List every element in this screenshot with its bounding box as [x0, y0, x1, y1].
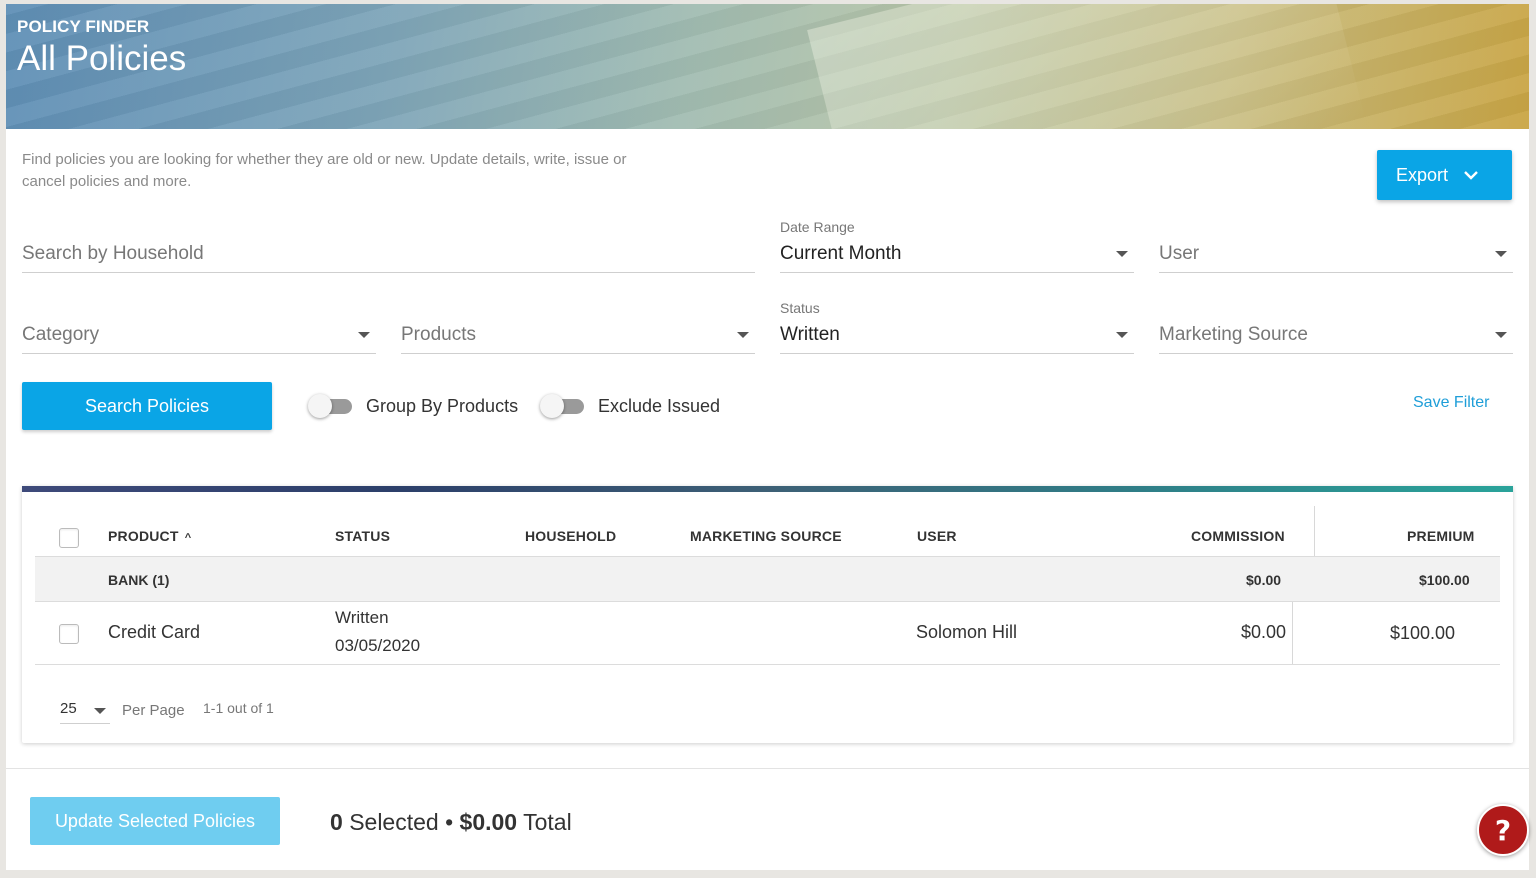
chevron-down-icon — [1464, 167, 1478, 183]
date-range-label: Date Range — [780, 219, 855, 235]
page-description: Find policies you are looking for whethe… — [22, 151, 627, 190]
products-select[interactable]: Products — [401, 306, 755, 354]
page-title: All Policies — [17, 39, 187, 78]
page-kicker: POLICY FINDER — [17, 17, 150, 36]
export-label: Export — [1396, 164, 1449, 185]
row-product: Credit Card — [108, 622, 201, 642]
help-button[interactable]: ? — [1477, 804, 1529, 856]
search-policies-button[interactable]: Search Policies — [22, 382, 272, 430]
selected-label: Selected — [349, 809, 439, 835]
save-filter-link[interactable]: Save Filter — [1413, 394, 1489, 412]
row-commission: $0.00 — [1241, 622, 1287, 642]
update-selected-policies-button[interactable]: Update Selected Policies — [30, 797, 280, 845]
status-label: Status — [780, 300, 820, 316]
date-range-select[interactable]: Date Range Current Month — [780, 219, 1134, 273]
column-header-product-label: PRODUCT — [108, 528, 179, 544]
user-placeholder: User — [1159, 243, 1200, 264]
export-button[interactable]: Export — [1377, 150, 1512, 200]
dropdown-caret-icon — [1495, 332, 1507, 338]
column-header-premium[interactable]: PREMIUM — [1407, 528, 1475, 544]
dropdown-caret-icon — [1116, 251, 1128, 257]
row-user: Solomon Hill — [916, 622, 1018, 642]
group-label: BANK (1) — [108, 572, 170, 588]
page-header: POLICY FINDER All Policies — [6, 4, 1529, 129]
row-premium: $100.00 — [1390, 623, 1456, 643]
date-range-value: Current Month — [780, 243, 902, 264]
dropdown-caret-icon — [1495, 251, 1507, 257]
selection-footer: Update Selected Policies 0 Selected • $0… — [6, 768, 1529, 870]
search-household-placeholder: Search by Household — [22, 243, 204, 264]
dropdown-caret-icon — [94, 708, 106, 714]
results-table-card: PRODUCT ^ STATUS HOUSEHOLD MARKETING SOU… — [22, 486, 1513, 743]
column-header-status[interactable]: STATUS — [335, 528, 390, 544]
pagination-range: 1-1 out of 1 — [203, 700, 274, 716]
dropdown-caret-icon — [737, 332, 749, 338]
column-divider — [1292, 602, 1293, 664]
toggle-knob — [540, 394, 564, 418]
exclude-issued-label: Exclude Issued — [598, 396, 721, 416]
toggle-track — [308, 394, 352, 418]
row-status: Written — [335, 608, 389, 627]
column-header-user[interactable]: USER — [917, 528, 957, 544]
column-header-commission[interactable]: COMMISSION — [1191, 528, 1285, 544]
group-premium: $100.00 — [1419, 572, 1470, 588]
column-header-product[interactable]: PRODUCT ^ — [108, 528, 191, 544]
dropdown-caret-icon — [1116, 332, 1128, 338]
user-select[interactable]: User — [1159, 225, 1513, 273]
table-row[interactable]: Credit Card Written 03/05/2020 Solomon H… — [35, 602, 1500, 665]
category-select[interactable]: Category — [22, 306, 376, 354]
toggle-knob — [308, 394, 332, 418]
select-all-checkbox[interactable] — [59, 528, 79, 548]
dropdown-caret-icon — [358, 332, 370, 338]
toggle-track — [540, 394, 584, 418]
status-value: Written — [780, 324, 840, 345]
status-select[interactable]: Status Written — [780, 300, 1134, 354]
group-by-products-label: Group By Products — [366, 396, 519, 416]
per-page-select[interactable]: 25 — [60, 700, 110, 724]
products-placeholder: Products — [401, 324, 476, 345]
total-label: Total — [523, 809, 572, 835]
summary-separator: • — [445, 809, 454, 835]
marketing-source-placeholder: Marketing Source — [1159, 324, 1308, 345]
help-icon: ? — [1494, 813, 1512, 847]
sort-ascending-icon: ^ — [184, 532, 192, 544]
group-commission: $0.00 — [1246, 572, 1282, 588]
column-header-marketing-source[interactable]: MARKETING SOURCE — [690, 528, 842, 544]
group-by-products-toggle[interactable]: Group By Products — [308, 394, 519, 418]
header-paper-graphic — [807, 4, 1365, 129]
selected-count: 0 — [330, 809, 343, 835]
marketing-source-select[interactable]: Marketing Source — [1159, 306, 1513, 354]
row-select-checkbox[interactable] — [59, 624, 79, 644]
row-status-date: 03/05/2020 — [335, 636, 421, 655]
exclude-issued-toggle[interactable]: Exclude Issued — [540, 394, 721, 418]
column-header-household[interactable]: HOUSEHOLD — [525, 528, 616, 544]
search-household-input[interactable]: Search by Household — [22, 225, 755, 273]
page: POLICY FINDER All Policies Find policies… — [6, 4, 1529, 870]
column-divider — [1314, 506, 1315, 556]
selection-summary: 0 Selected • $0.00 Total — [330, 809, 572, 836]
category-placeholder: Category — [22, 324, 100, 345]
card-accent-band — [22, 486, 1513, 492]
per-page-label: Per Page — [122, 702, 185, 719]
total-amount: $0.00 — [459, 809, 518, 835]
group-row-bank: BANK (1) $0.00 $100.00 — [35, 556, 1500, 602]
per-page-value: 25 — [60, 700, 77, 717]
